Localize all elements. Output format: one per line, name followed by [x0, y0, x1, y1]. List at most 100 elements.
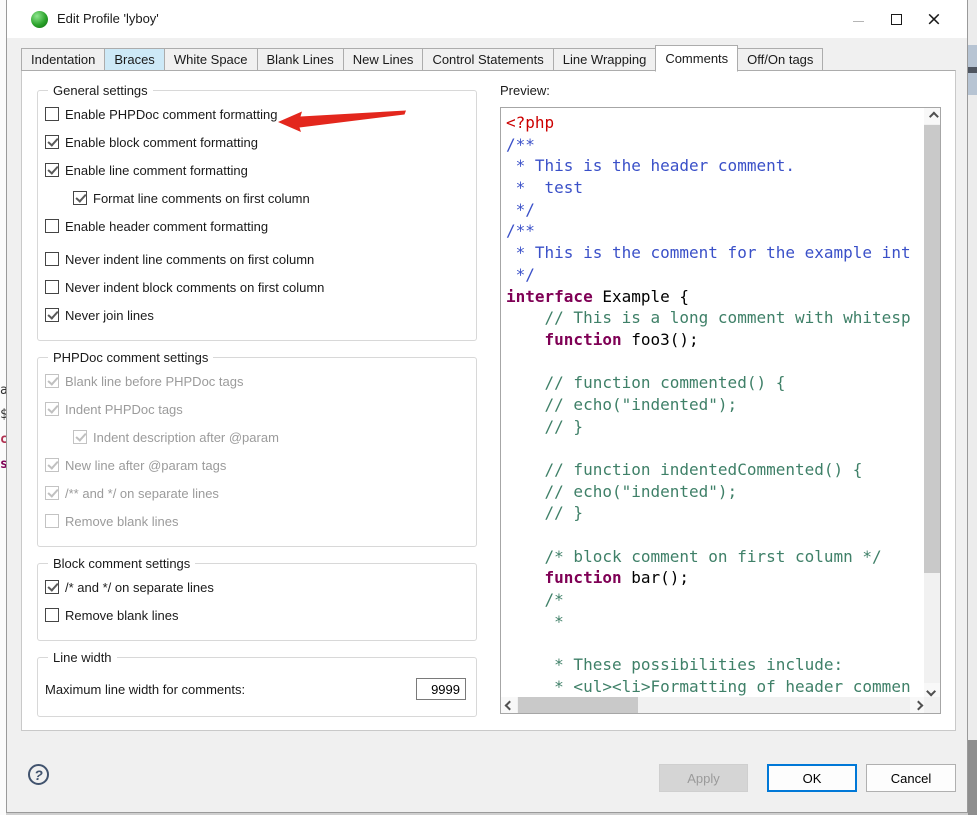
- checkbox-label[interactable]: Remove blank lines: [65, 608, 178, 623]
- code-line: // This is a long comment with whitesp: [506, 307, 923, 329]
- checkbox-enable-block-comment-formatting[interactable]: [45, 135, 59, 149]
- code-line: [506, 351, 923, 373]
- tab-indentation[interactable]: Indentation: [21, 48, 104, 71]
- code-preview: <?php /** * This is the header comment. *…: [506, 112, 923, 696]
- tab-braces[interactable]: Braces: [104, 48, 163, 71]
- code-segment: // echo("indented");: [506, 395, 737, 414]
- code-segment: // function commented() {: [506, 373, 785, 392]
- background-window-fragment: [968, 740, 977, 815]
- code-line: // }: [506, 502, 923, 524]
- checkbox-label[interactable]: Enable line comment formatting: [65, 163, 248, 178]
- vertical-scroll-thumb[interactable]: [924, 125, 940, 573]
- code-segment: /**: [506, 135, 535, 154]
- cancel-button[interactable]: Cancel: [866, 764, 956, 792]
- close-button[interactable]: ×: [915, 0, 953, 38]
- checkbox-label[interactable]: Never indent line comments on first colu…: [65, 252, 314, 267]
- code-line: interface Example {: [506, 286, 923, 308]
- help-button[interactable]: ?: [28, 764, 49, 785]
- tab-white-space[interactable]: White Space: [164, 48, 257, 71]
- tab-blank-lines[interactable]: Blank Lines: [257, 48, 343, 71]
- checkbox-label: New line after @param tags: [65, 458, 226, 473]
- group-legend: Block comment settings: [48, 556, 195, 571]
- code-line: *: [506, 611, 923, 633]
- checkbox-label: /** and */ on separate lines: [65, 486, 219, 501]
- chevron-right-icon: [913, 700, 923, 710]
- checkbox-never-join-lines[interactable]: [45, 308, 59, 322]
- code-line: // function indentedCommented() {: [506, 459, 923, 481]
- code-segment: // }: [506, 417, 583, 436]
- checkbox-row-indent-phpdoc-tags: Indent PHPDoc tags: [45, 400, 466, 418]
- max-line-width-input[interactable]: 9999: [416, 678, 466, 700]
- scrollbar-corner: [924, 697, 940, 713]
- checkbox-remove-blank-lines[interactable]: [45, 608, 59, 622]
- edit-profile-dialog: Edit Profile 'lyboy' × IndentationBraces…: [6, 0, 968, 813]
- checkbox-label[interactable]: Enable block comment formatting: [65, 135, 258, 150]
- preview-box: <?php /** * This is the header comment. *…: [500, 107, 941, 714]
- checkbox-indent-description-after-param: [73, 430, 87, 444]
- code-line: [506, 437, 923, 459]
- checkbox-label[interactable]: Never join lines: [65, 308, 154, 323]
- checkbox-and-on-separate-lines[interactable]: [45, 580, 59, 594]
- checkbox-enable-header-comment-formatting[interactable]: [45, 219, 59, 233]
- checkbox-row-remove-blank-lines: Remove blank lines: [45, 512, 466, 530]
- code-segment: <?php: [506, 113, 554, 132]
- code-segment: Example {: [593, 287, 689, 306]
- checkbox-row-enable-phpdoc-comment-formatting: Enable PHPDoc comment formatting: [45, 105, 466, 123]
- scroll-up-button[interactable]: [924, 108, 940, 124]
- group-block-comment-settings: Block comment settings/* and */ on separ…: [37, 563, 477, 641]
- checkbox-label: Indent description after @param: [93, 430, 279, 445]
- checkbox-enable-phpdoc-comment-formatting[interactable]: [45, 107, 59, 121]
- preview-label: Preview:: [500, 83, 942, 98]
- checkbox-label[interactable]: /* and */ on separate lines: [65, 580, 214, 595]
- code-segment: foo3();: [622, 330, 699, 349]
- minimize-button[interactable]: [839, 0, 877, 38]
- code-line: * These possibilities include:: [506, 654, 923, 676]
- maximize-icon: [891, 14, 902, 25]
- app-icon: [31, 11, 48, 28]
- code-line: function bar();: [506, 567, 923, 589]
- vertical-scrollbar[interactable]: [924, 108, 940, 699]
- background-window-sliver: [968, 0, 977, 815]
- code-segment: function: [545, 568, 622, 587]
- code-line: * <ul><li>Formatting of header commen: [506, 676, 923, 696]
- settings-column: General settingsEnable PHPDoc comment fo…: [37, 90, 477, 733]
- checkbox-row-never-join-lines: Never join lines: [45, 306, 466, 324]
- code-line: * This is the header comment.: [506, 155, 923, 177]
- code-segment: * <ul><li>Formatting of header commen: [506, 677, 911, 696]
- window-controls: ×: [839, 0, 953, 38]
- checkbox-label[interactable]: Never indent block comments on first col…: [65, 280, 324, 295]
- apply-button[interactable]: Apply: [659, 764, 748, 792]
- ok-button[interactable]: OK: [767, 764, 857, 792]
- code-line: * This is the comment for the example in…: [506, 242, 923, 264]
- tab-off-on-tags[interactable]: Off/On tags: [738, 48, 823, 71]
- scroll-left-button[interactable]: [501, 697, 517, 713]
- tab-comments[interactable]: Comments: [655, 45, 738, 72]
- checkbox-label: Remove blank lines: [65, 514, 178, 529]
- checkbox-label[interactable]: Enable header comment formatting: [65, 219, 268, 234]
- checkbox-label[interactable]: Format line comments on first column: [93, 191, 310, 206]
- chevron-up-icon: [928, 111, 938, 121]
- group-legend: General settings: [48, 83, 153, 98]
- checkbox-format-line-comments-on-first-column[interactable]: [73, 191, 87, 205]
- code-segment: *: [506, 612, 564, 631]
- tab-line-wrapping[interactable]: Line Wrapping: [553, 48, 656, 71]
- horizontal-scrollbar[interactable]: [501, 697, 926, 713]
- checkbox-never-indent-line-comments-on-first-column[interactable]: [45, 252, 59, 266]
- tab-control-statements[interactable]: Control Statements: [422, 48, 552, 71]
- tab-new-lines[interactable]: New Lines: [343, 48, 423, 71]
- checkbox-label[interactable]: Enable PHPDoc comment formatting: [65, 107, 277, 122]
- code-segment: function: [545, 330, 622, 349]
- chevron-left-icon: [504, 700, 514, 710]
- code-segment: // function indentedCommented() {: [506, 460, 862, 479]
- checkbox-row-new-line-after-param-tags: New line after @param tags: [45, 456, 466, 474]
- maximize-button[interactable]: [877, 0, 915, 38]
- code-segment: // }: [506, 503, 583, 522]
- checkbox-enable-line-comment-formatting[interactable]: [45, 163, 59, 177]
- code-line: function foo3();: [506, 329, 923, 351]
- checkbox-row-blank-line-before-phpdoc-tags: Blank line before PHPDoc tags: [45, 372, 466, 390]
- code-line: [506, 633, 923, 655]
- checkbox-never-indent-block-comments-on-first-column[interactable]: [45, 280, 59, 294]
- field-label: Maximum line width for comments:: [45, 682, 245, 697]
- horizontal-scroll-thumb[interactable]: [518, 697, 638, 713]
- checkbox-row-and-on-separate-lines: /** and */ on separate lines: [45, 484, 466, 502]
